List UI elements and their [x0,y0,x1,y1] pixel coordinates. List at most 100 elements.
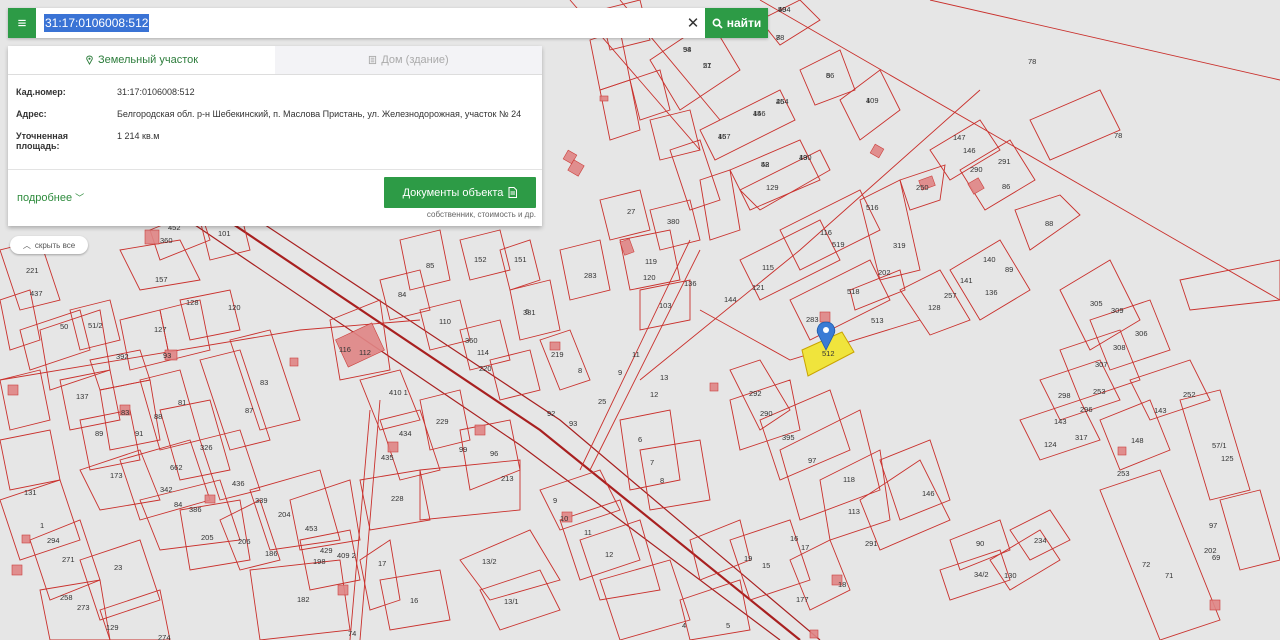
parcel-number-label: 143 [1054,417,1067,426]
parcel-number-label: 121 [752,283,765,292]
parcel-number-label: 307 [1095,360,1108,369]
parcel-number-label: 182 [297,595,310,604]
clear-button[interactable]: ✕ [681,8,705,38]
search-input[interactable]: 31:17:0106008:512 [36,8,681,38]
parcel-number-label: 93 [163,351,171,360]
parcel-number-label: 91 [135,429,143,438]
parcel-number-label: 46 [718,132,726,141]
parcel-number-label: 90 [976,539,984,548]
parcel-number-label: 283 [806,315,819,324]
menu-button[interactable]: ≡ [8,8,36,38]
parcel-number-label: 308 [1113,343,1126,352]
parcel-number-label: 296 [1080,405,1093,414]
area-key-line-1: Уточненная [16,131,68,141]
find-button-label: найти [726,16,762,30]
parcel-number-label: 112 [359,348,371,357]
parcel-number-label: 234 [1034,536,1047,545]
parcel-number-label: 99 [459,445,467,454]
parcel-number-label: 129 [106,623,119,632]
parcel-number-label: 319 [893,241,906,250]
parcel-number-label: 120 [228,303,241,312]
svg-text:512: 512 [822,349,835,358]
more-link[interactable]: подробнее ﹀ [17,191,84,204]
parcel-number-label: 143 [1154,406,1167,415]
parcel-number-label: 152 [474,255,487,264]
parcel-number-label: 437 [30,289,43,298]
parcel-number-label: 116 [820,228,832,237]
parcel-number-label: 381 [523,308,536,317]
area-row: Уточненная площадь: 1 214 кв.м [8,131,542,151]
parcel-number-label: 9 [618,368,622,377]
parcel-number-label: 6 [638,435,642,444]
address-row: Адрес: Белгородская обл. р-н Шебекинский… [8,109,542,120]
parcel-number-label: 429 [320,546,333,555]
parcel-number-label: 8 [660,476,664,485]
parcel-number-label: 258 [60,593,73,602]
parcel-number-label: 147 [953,133,966,142]
parcel-number-label: 50 [60,322,68,331]
parcel-number-label: 86 [1002,182,1010,191]
parcel-number-label: 213 [501,474,514,483]
address-key: Адрес: [16,109,47,119]
parcel-number-label: 59 [778,5,786,14]
parcel-number-label: 18 [838,580,846,589]
parcel-number-label: 88 [154,412,162,421]
parcel-number-label: 13/2 [482,557,497,566]
find-button[interactable]: найти [705,8,768,38]
parcel-number-label: 291 [998,157,1011,166]
cadastral-number-value: 31:17:0106008:512 [117,87,195,97]
parcel-number-label: 72 [1142,560,1150,569]
parcel-number-label: 57/1 [1212,441,1227,450]
parcel-number-label: 305 [1090,299,1103,308]
parcel-number-label: 17 [378,559,386,568]
parcel-number-label: 69 [1212,553,1220,562]
search-bar: ≡ 31:17:0106008:512 ✕ найти [8,8,768,38]
parcel-number-label: 25 [598,397,606,406]
parcel-number-label: 92 [547,409,555,418]
parcel-number-label: 436 [232,479,245,488]
parcel-number-label: 49 [799,153,807,162]
parcel-number-label: 326 [200,443,213,452]
parcel-number-label: 110 [439,317,451,326]
parcel-number-label: 516 [866,203,879,212]
hide-all-button[interactable]: ︿ скрыть все [10,236,88,254]
parcel-number-label: 228 [391,494,404,503]
building-icon [369,55,377,65]
panel-divider [8,169,542,170]
parcel-number-label: 177 [796,595,809,604]
parcel-number-label: 317 [1075,433,1088,442]
parcel-number-label: 518 [847,287,860,296]
parcel-number-label: 309 [1111,306,1124,315]
parcel-number-label: 81 [178,398,186,407]
parcel-number-label: 48 [761,160,769,169]
parcel-number-label: 252 [1183,390,1196,399]
parcel-number-label: 97 [1209,521,1217,530]
parcel-number-label: 250 [916,183,929,192]
parcel-number-label: 83 [260,378,268,387]
cadastral-number-key: Кад.номер: [16,87,66,97]
tab-land-plot-label: Земельный участок [97,54,199,66]
parcel-number-label: 662 [170,463,183,472]
parcel-number-label: 87 [245,406,253,415]
documents-subtitle: собственник, стоимость и др. [426,210,536,219]
parcel-number-label: 1 [40,521,44,530]
address-value: Белгородская обл. р-н Шебекинский, п. Ма… [117,109,522,119]
parcel-number-label: 13/1 [504,597,519,606]
search-query[interactable]: 31:17:0106008:512 [44,14,150,32]
parcel-number-label: 137 [76,392,89,401]
parcel-number-label: 5 [826,71,830,80]
tab-building[interactable]: Дом (здание) [275,46,542,74]
parcel-number-label: 113 [848,507,860,516]
area-value: 1 214 кв.м [117,131,160,141]
parcel-number-label: 119 [645,257,657,266]
parcel-number-label: 360 [160,236,173,245]
parcel-number-label: 136 [985,288,998,297]
parcel-number-label: 78 [1028,57,1036,66]
parcel-number-label: 392 [116,352,129,361]
parcel-number-label: 84 [174,500,182,509]
parcel-number-label: 131 [24,488,37,497]
documents-button[interactable]: Документы объекта [384,177,536,208]
cadastral-number-row: Кад.номер: 31:17:0106008:512 [8,87,542,98]
tab-land-plot[interactable]: Земельный участок [8,46,275,74]
parcel-number-label: 83 [121,408,129,417]
